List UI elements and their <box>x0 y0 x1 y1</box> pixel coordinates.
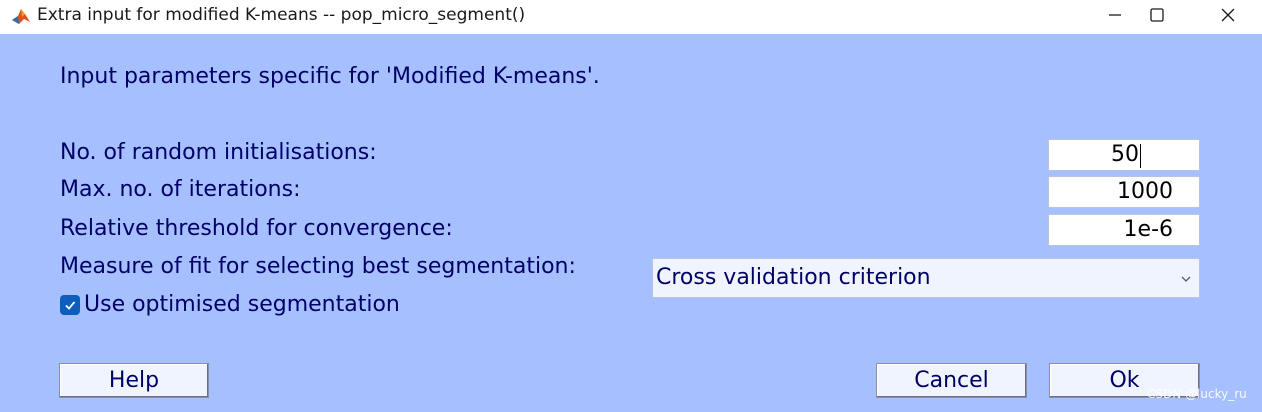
cancel-button[interactable]: Cancel <box>876 363 1027 398</box>
window-title: Extra input for modified K-means -- pop_… <box>37 5 526 25</box>
max-iter-value: 1000 <box>1117 179 1173 204</box>
measure-select-value: Cross validation criterion <box>656 265 931 290</box>
title-bar: Extra input for modified K-means -- pop_… <box>0 0 1262 34</box>
chevron-down-icon <box>1181 276 1191 282</box>
threshold-input[interactable]: 1e-6 <box>1048 214 1200 246</box>
max-iter-label: Max. no. of iterations: <box>60 177 301 202</box>
help-button[interactable]: Help <box>59 363 209 398</box>
maximize-button[interactable] <box>1122 0 1192 30</box>
threshold-label: Relative threshold for convergence: <box>60 216 453 241</box>
optimised-label[interactable]: Use optimised segmentation <box>84 292 400 318</box>
threshold-value: 1e-6 <box>1123 217 1173 242</box>
measure-select[interactable]: Cross validation criterion <box>652 258 1200 298</box>
close-icon <box>1221 8 1235 22</box>
text-caret <box>1140 144 1141 168</box>
random-inits-value: 50 <box>1111 142 1139 167</box>
checkmark-icon <box>65 301 76 310</box>
max-iter-input[interactable]: 1000 <box>1048 176 1200 208</box>
close-button[interactable] <box>1193 0 1262 30</box>
matlab-icon <box>10 5 32 27</box>
dialog-body: Input parameters specific for 'Modified … <box>0 34 1262 412</box>
dialog-header: Input parameters specific for 'Modified … <box>60 64 600 89</box>
minimize-icon <box>1109 14 1121 16</box>
random-inits-label: No. of random initialisations: <box>60 140 377 165</box>
random-inits-input[interactable]: 50 <box>1048 139 1200 171</box>
measure-label: Measure of fit for selecting best segmen… <box>60 254 576 279</box>
watermark: CSDN @lucky_ru <box>1147 387 1247 401</box>
optimised-checkbox[interactable] <box>60 295 80 315</box>
maximize-icon <box>1150 8 1164 22</box>
